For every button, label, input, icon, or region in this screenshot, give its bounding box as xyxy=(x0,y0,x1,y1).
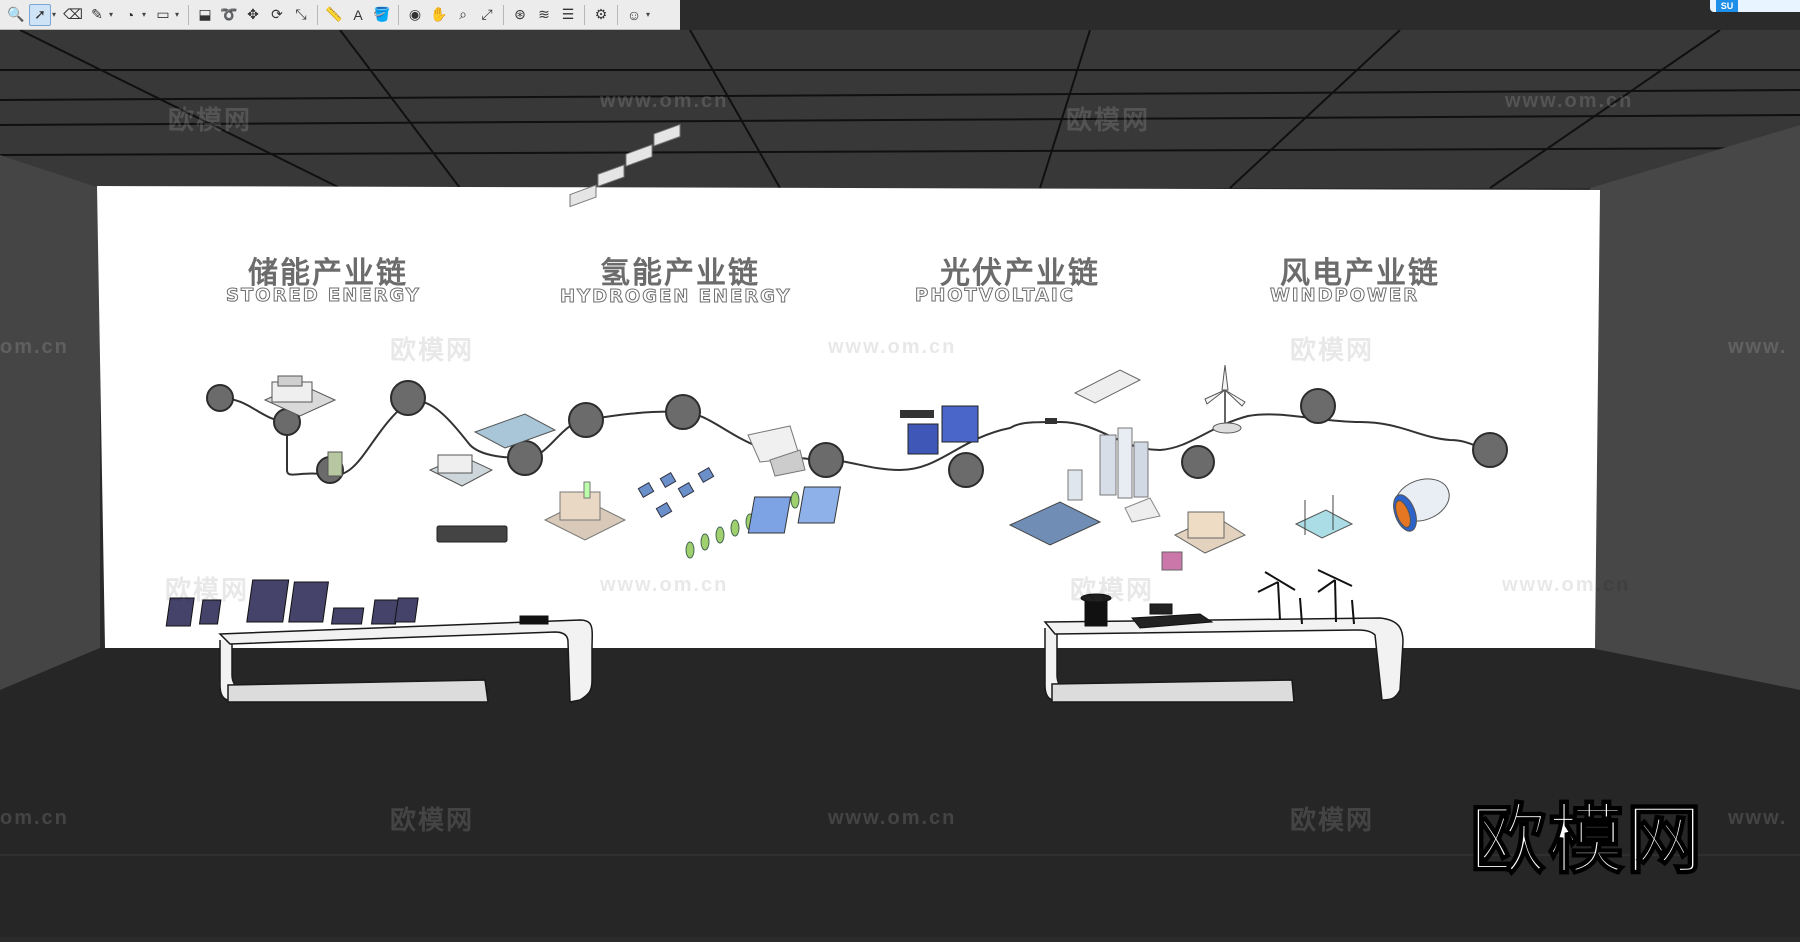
3d-viewport[interactable]: 储能产业链 STORED ENERGY 氢能产业链 HYDROGEN ENERG… xyxy=(0,29,1800,937)
rotate-tool-icon[interactable]: ⟳ xyxy=(266,4,288,26)
paint-bucket-tool-icon[interactable]: 🪣 xyxy=(371,4,393,26)
watermark: 欧模网 xyxy=(1070,575,1155,605)
panel-title-photovoltaic-en: PHOTVOLTAIC xyxy=(915,285,1075,307)
dropdown-caret-icon[interactable]: ▾ xyxy=(175,10,181,19)
watermark: www. xyxy=(1728,336,1788,358)
watermark: 欧模网 xyxy=(165,575,250,605)
watermark: www.om.cn xyxy=(828,807,957,829)
dropdown-caret-icon[interactable]: ▾ xyxy=(646,10,652,19)
watermark: 欧模网 xyxy=(1066,105,1151,135)
watermark: www.om.cn xyxy=(600,90,729,112)
panel-title-hydrogen-en: HYDROGEN ENERGY xyxy=(560,286,792,308)
zoom-tool-icon[interactable]: 🔍 xyxy=(5,4,27,26)
dropdown-caret-icon[interactable]: ▾ xyxy=(142,10,148,19)
watermark: www. xyxy=(1728,807,1788,829)
zoom-window-tool-icon[interactable]: ⌕ xyxy=(452,4,474,26)
push-pull-tool-icon[interactable]: ⬓ xyxy=(194,4,216,26)
arc-tool-icon[interactable]: ◔ xyxy=(119,4,141,26)
watermark: om.cn xyxy=(0,336,69,358)
pencil-tool-icon[interactable]: ✎ xyxy=(86,4,108,26)
dropdown-caret-icon[interactable]: ▾ xyxy=(52,10,58,19)
toolbar-separator xyxy=(398,4,399,25)
watermark: www.om.cn xyxy=(828,336,957,358)
watermark: 欧模网 xyxy=(390,805,475,835)
orbit-tool-icon[interactable]: ◉ xyxy=(404,4,426,26)
watermark: www.om.cn xyxy=(600,574,729,596)
account-icon[interactable]: ☺ xyxy=(623,4,645,26)
right-wall xyxy=(1590,125,1800,690)
corner-badge[interactable]: SU xyxy=(1710,0,1800,12)
panel-title-windpower-en: WINDPOWER xyxy=(1269,285,1420,307)
layout-icon[interactable]: ☰ xyxy=(557,4,579,26)
text-tool-icon[interactable]: A xyxy=(347,4,369,26)
scale-tool-icon[interactable]: ⤡ xyxy=(290,4,312,26)
toolbar-separator xyxy=(617,4,618,25)
left-wall xyxy=(0,155,100,690)
watermark: www.om.cn xyxy=(1505,90,1634,112)
watermark: 欧模网 xyxy=(390,335,475,365)
watermark: 欧模网 xyxy=(1290,335,1375,365)
watermark: www.om.cn xyxy=(1502,574,1631,596)
select-tool-icon[interactable]: ➚ xyxy=(29,3,51,26)
toolbar-separator xyxy=(584,4,585,25)
tape-measure-tool-icon[interactable]: 📏 xyxy=(323,4,345,26)
warehouse-icon[interactable]: ⊛ xyxy=(509,4,531,26)
move-tool-icon[interactable]: ✥ xyxy=(242,4,264,26)
toolbar-separator xyxy=(317,4,318,25)
brand-logo: 欧模网 xyxy=(1469,794,1704,885)
extension-manager-icon[interactable]: ⚙ xyxy=(590,4,612,26)
watermark: 欧模网 xyxy=(1290,805,1375,835)
watermark: om.cn xyxy=(0,807,69,829)
zoom-extents-tool-icon[interactable]: ⤢ xyxy=(476,4,498,26)
extension-warehouse-icon[interactable]: ≋ xyxy=(533,4,555,26)
toolbar-separator xyxy=(503,4,504,25)
eraser-tool-icon[interactable]: ⌫ xyxy=(62,4,84,26)
app-badge-icon: SU xyxy=(1716,0,1738,12)
watermark: 欧模网 xyxy=(168,105,253,135)
rectangle-tool-icon[interactable]: ▭ xyxy=(152,4,174,26)
dropdown-caret-icon[interactable]: ▾ xyxy=(109,10,115,19)
panel-title-stored-energy-en: STORED ENERGY xyxy=(226,285,421,307)
pan-tool-icon[interactable]: ✋ xyxy=(428,4,450,26)
toolbar-separator xyxy=(188,4,189,25)
follow-me-tool-icon[interactable]: ➰ xyxy=(218,4,240,26)
main-toolbar: 🔍 ➚ ▾ ⌫ ✎ ▾ ◔ ▾ ▭ ▾ ⬓ ➰ ✥ ⟳ ⤡ 📏 A 🪣 ◉ ✋ ⌕ ⤢ ⊛ ≋ ☰ ⚙ ☺ ▾ xyxy=(0,0,680,30)
